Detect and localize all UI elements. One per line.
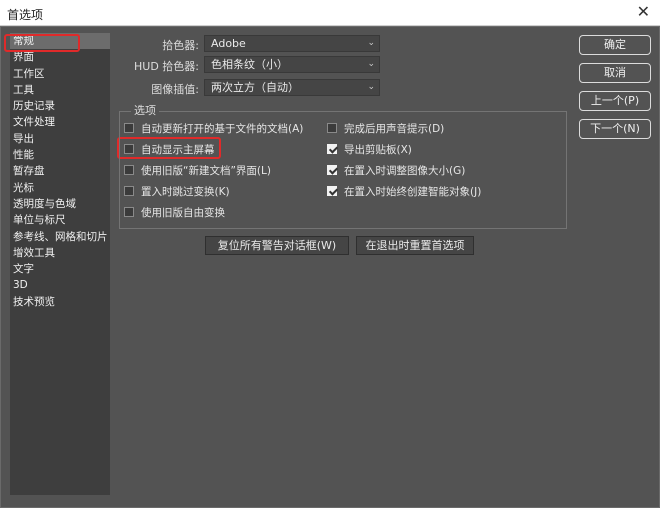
chevron-down-icon: ⌄ xyxy=(367,82,375,92)
window-title: 首选项 xyxy=(7,8,44,22)
sidebar-item[interactable]: 透明度与色域 xyxy=(10,196,110,212)
hud-color-picker-value: 色相条纹（小） xyxy=(211,58,288,71)
cancel-button[interactable]: 取消 xyxy=(579,63,651,83)
option-label: 自动更新打开的基于文件的文档(A) xyxy=(141,123,304,135)
option-label: 在置入时调整图像大小(G) xyxy=(344,165,466,177)
sidebar-item[interactable]: 暂存盘 xyxy=(10,163,110,179)
option-label: 置入时跳过变换(K) xyxy=(141,186,230,198)
highlight-sidebar-general xyxy=(4,34,80,52)
preferences-dialog: 常规 界面 工作区 工具 历史记录 文件处理 导出 性能 暂存盘 光标 透明度与色域 单位与标尺 参考线… xyxy=(0,26,660,508)
sidebar-item[interactable]: 文字 xyxy=(10,261,110,277)
sidebar-item[interactable]: 导出 xyxy=(10,131,110,147)
sidebar-item[interactable]: 历史记录 xyxy=(10,98,110,114)
option-label: 完成后用声音提示(D) xyxy=(344,123,445,135)
hud-color-picker-select[interactable]: 色相条纹（小） ⌄ xyxy=(204,56,380,73)
sidebar-item[interactable]: 单位与标尺 xyxy=(10,212,110,228)
checkbox-checked-icon[interactable] xyxy=(327,165,337,175)
checkbox-checked-icon[interactable] xyxy=(327,186,337,196)
checkbox-checked-icon[interactable] xyxy=(327,144,337,154)
image-interpolation-label: 图像插值: xyxy=(151,83,199,96)
checkbox-icon[interactable] xyxy=(124,165,134,175)
checkbox-icon[interactable] xyxy=(124,144,134,154)
checkbox-icon[interactable] xyxy=(124,186,134,196)
option-label: 导出剪贴板(X) xyxy=(344,144,412,156)
checkbox-icon[interactable] xyxy=(327,123,337,133)
color-picker-select[interactable]: Adobe ⌄ xyxy=(204,35,380,52)
previous-button[interactable]: 上一个(P) xyxy=(579,91,651,111)
sidebar-item[interactable]: 光标 xyxy=(10,180,110,196)
title-bar: 首选项 ✕ xyxy=(0,0,660,26)
hud-color-picker-label: HUD 拾色器: xyxy=(134,60,199,73)
sidebar-item[interactable]: 性能 xyxy=(10,147,110,163)
checkbox-icon[interactable] xyxy=(124,207,134,217)
image-interpolation-select[interactable]: 两次立方（自动） ⌄ xyxy=(204,79,380,96)
sidebar-item[interactable]: 文件处理 xyxy=(10,114,110,130)
sidebar-item[interactable]: 技术预览 xyxy=(10,294,110,310)
option-label: 使用旧版自由变换 xyxy=(141,207,225,219)
sidebar: 常规 界面 工作区 工具 历史记录 文件处理 导出 性能 暂存盘 光标 透明度与色域 单位与标尺 参考线… xyxy=(10,33,110,495)
checkbox-icon[interactable] xyxy=(124,123,134,133)
option-label: 自动显示主屏幕 xyxy=(141,144,215,156)
chevron-down-icon: ⌄ xyxy=(367,38,375,48)
options-group-title: 选项 xyxy=(131,102,159,118)
ok-button[interactable]: 确定 xyxy=(579,35,651,55)
chevron-down-icon: ⌄ xyxy=(367,59,375,69)
reset-all-warnings-button[interactable]: 复位所有警告对话框(W) xyxy=(205,236,349,255)
option-label: 使用旧版“新建文档”界面(L) xyxy=(141,165,271,177)
sidebar-item[interactable]: 增效工具 xyxy=(10,245,110,261)
close-icon[interactable]: ✕ xyxy=(637,2,650,21)
color-picker-label: 拾色器: xyxy=(162,39,199,52)
reset-prefs-on-quit-button[interactable]: 在退出时重置首选项 xyxy=(356,236,474,255)
option-label: 在置入时始终创建智能对象(J) xyxy=(344,186,482,198)
sidebar-item[interactable]: 参考线、网格和切片 xyxy=(10,229,110,245)
color-picker-value: Adobe xyxy=(211,37,246,50)
next-button[interactable]: 下一个(N) xyxy=(579,119,651,139)
sidebar-item[interactable]: 3D xyxy=(10,277,110,293)
image-interpolation-value: 两次立方（自动） xyxy=(211,81,299,94)
